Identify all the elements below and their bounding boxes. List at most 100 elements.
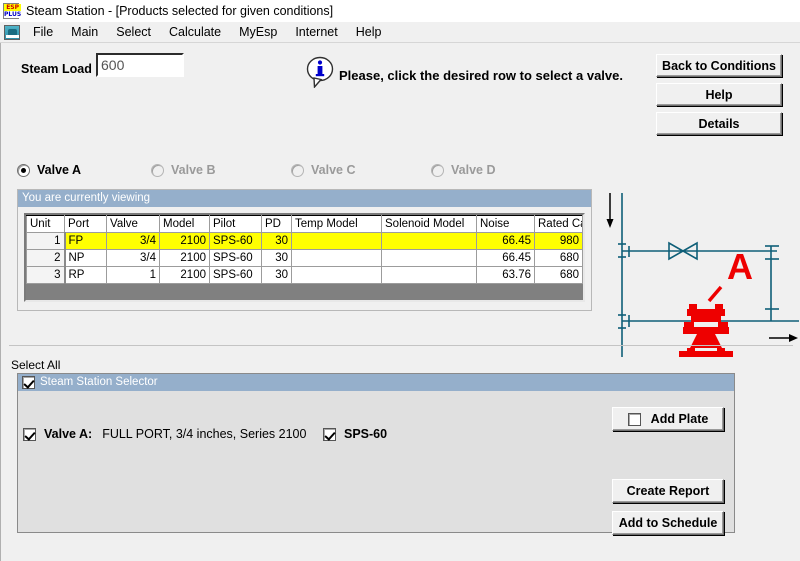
sps-label: SPS-60	[344, 427, 388, 441]
cell-temp-model	[291, 232, 382, 250]
select-all-checkbox[interactable]	[22, 376, 35, 389]
cell-noise: 66.45	[476, 249, 535, 267]
cell-pilot: SPS-60	[209, 232, 262, 250]
cell-solenoid-model	[381, 232, 477, 250]
grid-scroll-area[interactable]: Unit Port Valve Model Pilot PD Temp Mode…	[24, 213, 585, 302]
menu-bar: File Main Select Calculate MyEsp Interne…	[0, 22, 800, 43]
radio-label: Valve A	[37, 163, 82, 177]
valve-a-checkbox[interactable]	[23, 427, 36, 441]
cell-pilot: SPS-60	[209, 249, 262, 267]
radio-label: Valve C	[311, 163, 356, 177]
radio-valve-a[interactable]: Valve A	[17, 163, 81, 177]
cell-model: 2100	[159, 266, 210, 284]
sps-row: SPS-60	[323, 427, 387, 441]
col-solenoid-model[interactable]: Solenoid Model	[381, 215, 477, 233]
sps-checkbox[interactable]	[323, 427, 336, 441]
col-pd[interactable]: PD	[261, 215, 292, 233]
col-unit[interactable]: Unit	[26, 215, 65, 233]
table-row[interactable]: 3 RP 1 2100 SPS-60 30 63.76 680	[26, 266, 583, 284]
title-bar: ESP PLUS Steam Station - [Products selec…	[0, 0, 800, 22]
add-plate-checkbox[interactable]	[627, 412, 641, 426]
cell-pd: 30	[261, 249, 292, 267]
cell-valve: 3/4	[106, 232, 160, 250]
selector-body: Valve A: FULL PORT, 3/4 inches, Series 2…	[18, 391, 734, 535]
radio-label: Valve D	[451, 163, 496, 177]
radio-indicator	[17, 163, 30, 177]
menu-item-help[interactable]: Help	[347, 23, 391, 41]
piping-schematic-diagram: A	[606, 193, 799, 357]
cell-port: FP	[64, 232, 107, 250]
client-area: Steam Load Please, click the desired row…	[0, 43, 800, 561]
radio-valve-d[interactable]: Valve D	[431, 163, 495, 177]
selector-caption-label: Steam Station Selector	[40, 376, 158, 388]
radio-valve-b[interactable]: Valve B	[151, 163, 215, 177]
details-button[interactable]: Details	[656, 112, 782, 135]
cell-pilot: SPS-60	[209, 266, 262, 284]
col-temp-model[interactable]: Temp Model	[291, 215, 382, 233]
radio-label: Valve B	[171, 163, 216, 177]
add-plate-label: Add Plate	[650, 412, 709, 426]
valve-selector-group: Valve A Valve B Valve C Valve D	[1, 163, 601, 187]
radio-indicator	[431, 163, 444, 177]
cell-valve: 1	[106, 266, 160, 284]
select-all-label[interactable]: Select All	[11, 358, 60, 372]
application-window-icon	[4, 24, 20, 40]
add-plate-button[interactable]: Add Plate	[612, 407, 724, 431]
menu-item-main[interactable]: Main	[62, 23, 107, 41]
esp-plus-logo-icon: ESP PLUS	[3, 3, 22, 19]
cell-solenoid-model	[381, 249, 477, 267]
horizontal-separator	[9, 345, 793, 346]
steam-load-label: Steam Load	[21, 62, 92, 76]
col-model[interactable]: Model	[159, 215, 210, 233]
col-noise[interactable]: Noise	[476, 215, 535, 233]
help-button[interactable]: Help	[656, 83, 782, 106]
application-window: ESP PLUS Steam Station - [Products selec…	[0, 0, 800, 561]
create-report-button[interactable]: Create Report	[612, 479, 724, 503]
window-title: Steam Station - [Products selected for g…	[26, 4, 334, 18]
menu-item-myesp[interactable]: MyEsp	[230, 23, 286, 41]
valve-a-row: Valve A: FULL PORT, 3/4 inches, Series 2…	[23, 427, 306, 441]
cell-valve: 3/4	[106, 249, 160, 267]
hint-text: Please, click the desired row to select …	[339, 68, 623, 83]
table-row[interactable]: 1 FP 3/4 2100 SPS-60 30 66.45 980	[26, 232, 583, 250]
col-port[interactable]: Port	[64, 215, 107, 233]
cell-rated-capacity: 680	[534, 266, 583, 284]
cell-model: 2100	[159, 249, 210, 267]
products-table: Unit Port Valve Model Pilot PD Temp Mode…	[26, 215, 583, 284]
logo-bottom-text: PLUS	[4, 11, 22, 18]
col-rated-capacity[interactable]: Rated Capacity	[534, 215, 583, 233]
back-to-conditions-button[interactable]: Back to Conditions	[656, 54, 782, 77]
cell-solenoid-model	[381, 266, 477, 284]
radio-valve-c[interactable]: Valve C	[291, 163, 355, 177]
cell-unit: 1	[26, 232, 66, 250]
valve-a-name: Valve A:	[44, 427, 93, 441]
table-row[interactable]: 2 NP 3/4 2100 SPS-60 30 66.45 680	[26, 249, 583, 267]
steam-station-selector-panel: Steam Station Selector Valve A: FULL POR…	[17, 373, 735, 535]
steam-load-input[interactable]	[96, 53, 184, 77]
add-to-schedule-button[interactable]: Add to Schedule	[612, 511, 724, 535]
cell-noise: 66.45	[476, 232, 535, 250]
cell-rated-capacity: 980	[534, 232, 583, 250]
radio-indicator	[291, 163, 304, 177]
grid-caption: You are currently viewing	[18, 190, 591, 207]
cell-unit: 3	[26, 266, 66, 284]
cell-rated-capacity: 680	[534, 249, 583, 267]
selector-caption-bar[interactable]: Steam Station Selector	[18, 374, 734, 391]
menu-item-file[interactable]: File	[24, 23, 62, 41]
cell-port: RP	[64, 266, 107, 284]
information-balloon-icon	[306, 56, 334, 88]
menu-item-calculate[interactable]: Calculate	[160, 23, 230, 41]
cell-model: 2100	[159, 232, 210, 250]
cell-temp-model	[291, 249, 382, 267]
cell-port: NP	[64, 249, 107, 267]
col-valve[interactable]: Valve	[106, 215, 160, 233]
cell-unit: 2	[26, 249, 66, 267]
products-grid-panel: You are currently viewing Unit Port Valv…	[17, 189, 592, 311]
logo-top-text: ESP	[4, 4, 22, 11]
cell-pd: 30	[261, 266, 292, 284]
table-header-row: Unit Port Valve Model Pilot PD Temp Mode…	[26, 215, 583, 233]
menu-item-select[interactable]: Select	[107, 23, 160, 41]
radio-indicator	[151, 163, 164, 177]
col-pilot[interactable]: Pilot	[209, 215, 262, 233]
menu-item-internet[interactable]: Internet	[286, 23, 346, 41]
